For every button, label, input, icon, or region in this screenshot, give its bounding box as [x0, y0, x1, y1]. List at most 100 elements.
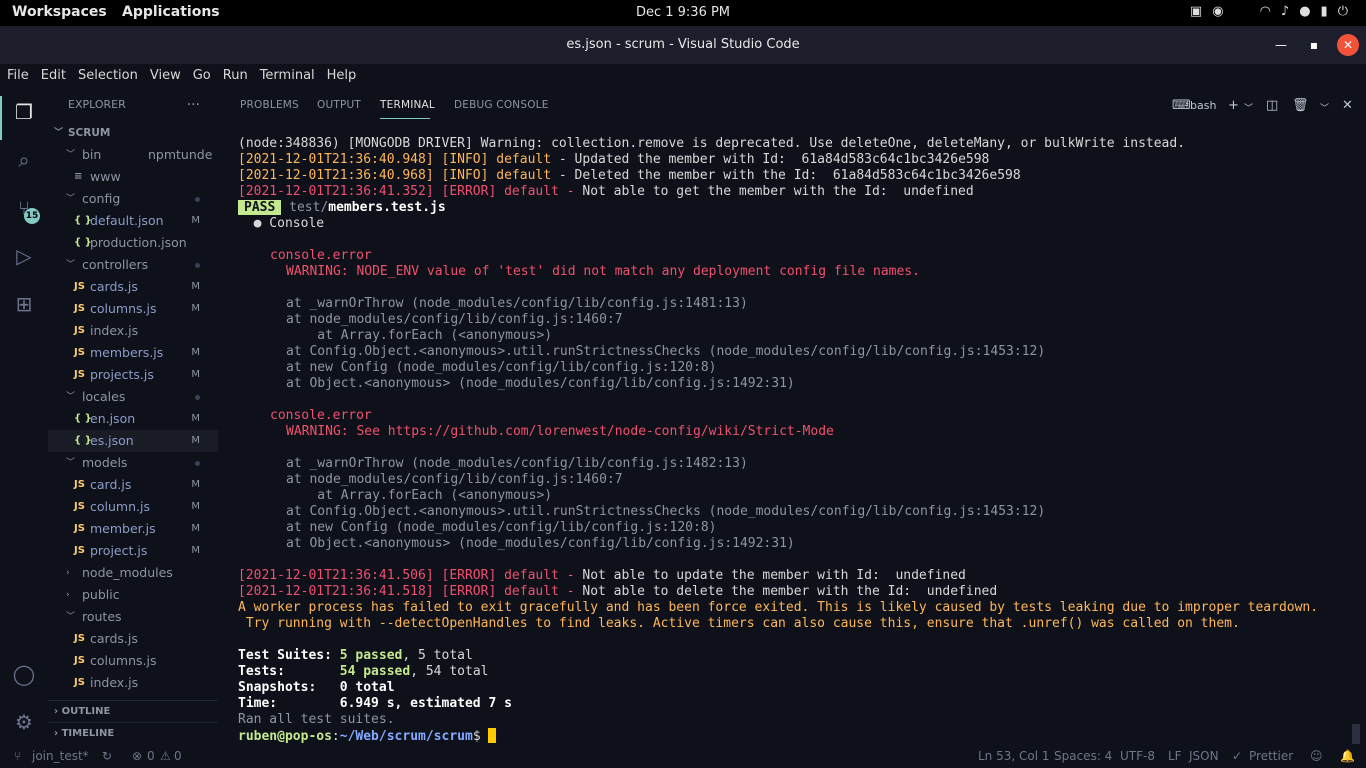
- tab-debug-console[interactable]: DEBUG CONSOLE: [454, 99, 549, 111]
- folder-item[interactable]: › node_modules: [48, 562, 218, 584]
- file-item[interactable]: JS cards.js M: [48, 276, 218, 298]
- active-indicator: [0, 96, 2, 140]
- run-debug-icon[interactable]: ▷: [10, 242, 38, 270]
- system-tray: ▣ ◉ ◠ ♪ ● ▮ ⏻: [1190, 4, 1348, 19]
- js-file-icon: JS: [74, 369, 85, 380]
- file-item[interactable]: JS columns.js M: [48, 298, 218, 320]
- folder-item[interactable]: ﹀ controllers: [48, 254, 218, 276]
- folder-item[interactable]: ﹀ routes: [48, 606, 218, 628]
- system-clock[interactable]: Dec 1 9:36 PM: [0, 5, 1366, 20]
- file-item[interactable]: { } production.json: [48, 232, 218, 254]
- minimize-button[interactable]: —: [1270, 34, 1292, 56]
- file-item[interactable]: JS index.js: [48, 320, 218, 342]
- explorer-icon[interactable]: ❐: [10, 98, 38, 126]
- battery-icon[interactable]: ▮: [1321, 4, 1328, 19]
- file-item[interactable]: JS card.js M: [48, 474, 218, 496]
- tree-item-label: locales: [82, 389, 126, 404]
- file-item[interactable]: JS members.js M: [48, 342, 218, 364]
- file-item[interactable]: ≡ www: [48, 166, 218, 188]
- maximize-panel-chevron-icon[interactable]: ﹀: [1320, 101, 1329, 114]
- menu-selection[interactable]: Selection: [78, 64, 138, 88]
- tree-item-label: www: [90, 169, 121, 184]
- language-mode[interactable]: JSON: [1189, 744, 1219, 768]
- warning-count[interactable]: 0: [174, 744, 182, 768]
- screen-share-icon[interactable]: ▣: [1190, 4, 1202, 19]
- power-icon[interactable]: ⏻: [1338, 4, 1348, 19]
- new-terminal-plus-icon[interactable]: +: [1228, 98, 1239, 113]
- sync-icon[interactable]: ↻: [102, 744, 112, 768]
- summary-ran: Ran all test suites.: [238, 712, 395, 727]
- file-item[interactable]: JS column.js M: [48, 496, 218, 518]
- extensions-icon[interactable]: ⊞: [10, 290, 38, 318]
- warning-icon[interactable]: ⚠: [160, 744, 171, 768]
- close-panel-icon[interactable]: ✕: [1342, 98, 1353, 113]
- workspace-root[interactable]: ﹀ SCRUM: [48, 122, 218, 144]
- timeline-section[interactable]: › TIMELINE: [48, 722, 218, 744]
- menu-go[interactable]: Go: [193, 64, 211, 88]
- file-item[interactable]: { } es.json M: [48, 430, 218, 452]
- menu-terminal[interactable]: Terminal: [260, 64, 315, 88]
- folder-item[interactable]: ﹀ config: [48, 188, 218, 210]
- file-item[interactable]: { } default.json M: [48, 210, 218, 232]
- terminal-shell-selector[interactable]: bash: [1190, 99, 1216, 112]
- more-actions-icon[interactable]: ···: [187, 88, 200, 122]
- menu-help[interactable]: Help: [327, 64, 357, 88]
- menu-file[interactable]: File: [7, 64, 29, 88]
- file-item[interactable]: JS member.js M: [48, 518, 218, 540]
- js-file-icon: JS: [74, 281, 85, 292]
- menu-edit[interactable]: Edit: [41, 64, 66, 88]
- prettier-status[interactable]: Prettier: [1249, 744, 1293, 768]
- chevron-right-icon: ›: [54, 706, 59, 717]
- settings-gear-icon[interactable]: ⚙: [10, 708, 38, 736]
- error-icon[interactable]: ⊗: [132, 744, 142, 768]
- close-button[interactable]: ✕: [1337, 34, 1359, 56]
- end-of-line[interactable]: LF: [1168, 744, 1182, 768]
- explorer-sidebar: EXPLORER ··· ﹀ SCRUM ﹀ bin npmtunde ≡ www ﹀ co…: [48, 88, 218, 744]
- folder-item[interactable]: ﹀ locales: [48, 386, 218, 408]
- notifications-bell-icon[interactable]: 🔔: [1340, 744, 1355, 768]
- file-item[interactable]: JS project.js M: [48, 540, 218, 562]
- account-icon[interactable]: ◯: [10, 660, 38, 688]
- file-item[interactable]: JS columns.js: [48, 650, 218, 672]
- shell-prompt[interactable]: ruben@pop-os:~/Web/scrum/scrum$: [238, 728, 1366, 744]
- file-item[interactable]: JS index.js: [48, 672, 218, 694]
- indentation[interactable]: Spaces: 4: [1054, 744, 1112, 768]
- discord-icon[interactable]: ◉: [1212, 4, 1223, 19]
- terminal-line: [2021-12-01T21:36:40.948] [INFO] default…: [238, 152, 990, 167]
- active-tab-underline: [380, 118, 430, 119]
- git-branch-icon[interactable]: ⑂: [14, 744, 21, 768]
- tab-problems[interactable]: PROBLEMS: [240, 99, 299, 111]
- terminal-shell-icon: ⌨: [1172, 98, 1191, 113]
- file-item[interactable]: JS projects.js M: [48, 364, 218, 386]
- trash-icon[interactable]: 🗑: [1292, 98, 1309, 113]
- feedback-icon[interactable]: ☺: [1310, 744, 1323, 768]
- file-item[interactable]: { } en.json M: [48, 408, 218, 430]
- chevron-down-icon[interactable]: ﹀: [1244, 101, 1253, 114]
- split-terminal-icon[interactable]: ◫: [1266, 98, 1278, 113]
- tab-terminal[interactable]: TERMINAL: [380, 99, 435, 111]
- terminal-scrollbar[interactable]: [1352, 724, 1360, 744]
- folder-item[interactable]: › public: [48, 584, 218, 606]
- folder-item[interactable]: ﹀ bin npmtunde: [48, 144, 218, 166]
- tree-item-label: projects.js: [90, 367, 154, 382]
- tree-item-label: en.json: [90, 411, 136, 426]
- menu-run[interactable]: Run: [223, 64, 248, 88]
- chevron-down-icon: ﹀: [66, 392, 76, 402]
- search-icon[interactable]: ⌕: [10, 146, 38, 174]
- cursor-position[interactable]: Ln 53, Col 1: [978, 744, 1050, 768]
- maximize-button[interactable]: ▪: [1303, 34, 1325, 56]
- file-item[interactable]: JS cards.js: [48, 628, 218, 650]
- modified-badge: M: [191, 303, 200, 314]
- menu-view[interactable]: View: [150, 64, 181, 88]
- microphone-icon[interactable]: ●: [1299, 4, 1310, 19]
- wifi-icon[interactable]: ◠: [1260, 4, 1271, 19]
- terminal-line: [2021-12-01T21:36:41.518] [ERROR] defaul…: [238, 584, 998, 599]
- error-count[interactable]: 0: [147, 744, 155, 768]
- outline-section[interactable]: › OUTLINE: [48, 700, 218, 722]
- terminal-output[interactable]: (node:348836) [MONGODB DRIVER] Warning: …: [238, 136, 1366, 744]
- tab-output[interactable]: OUTPUT: [317, 99, 361, 111]
- encoding[interactable]: UTF-8: [1120, 744, 1155, 768]
- git-branch[interactable]: join_test*: [32, 744, 89, 768]
- volume-icon[interactable]: ♪: [1281, 4, 1289, 19]
- folder-item[interactable]: ﹀ models: [48, 452, 218, 474]
